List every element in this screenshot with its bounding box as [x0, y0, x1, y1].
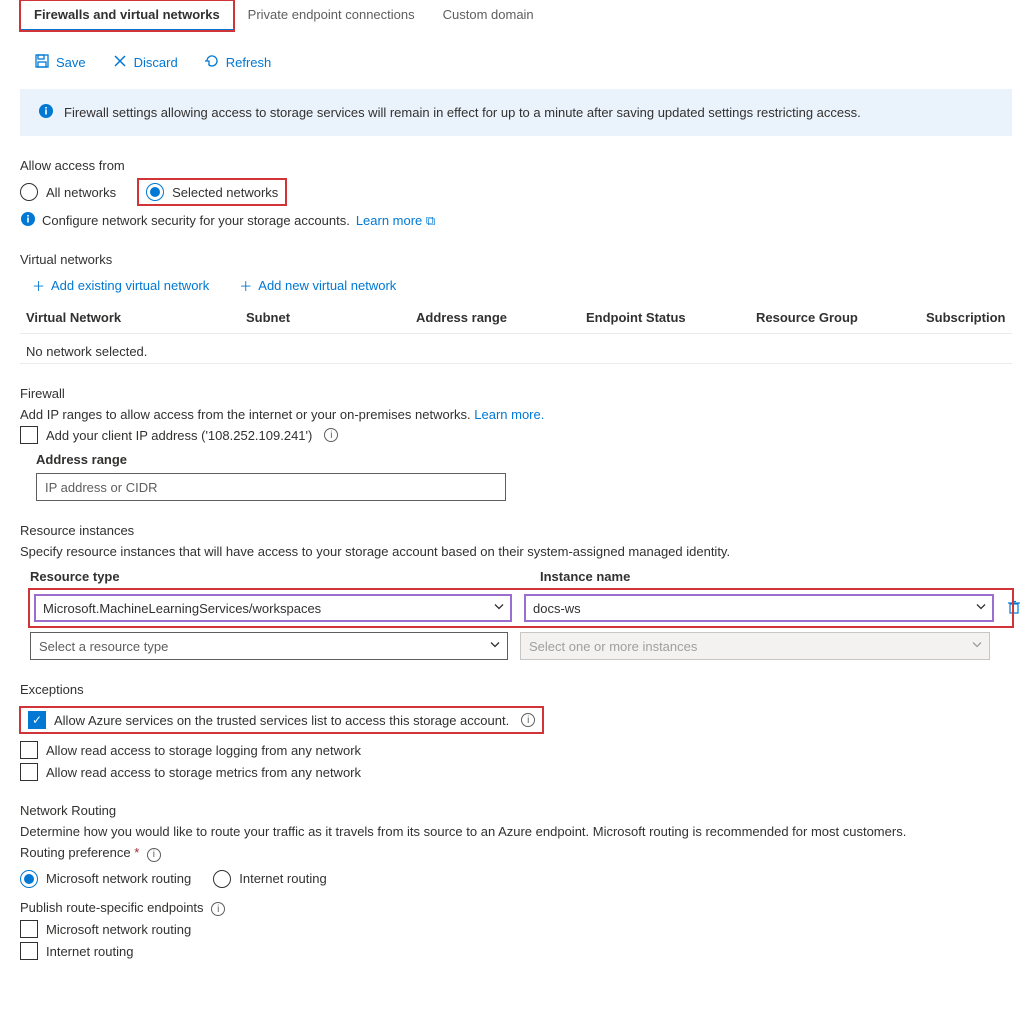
refresh-label: Refresh — [226, 55, 272, 70]
learn-more-link[interactable]: Learn more ⧉ — [356, 213, 435, 229]
publish-internet-routing-checkbox[interactable] — [20, 942, 38, 960]
radio-selected-networks-label: Selected networks — [172, 185, 278, 200]
address-range-input[interactable] — [36, 473, 506, 501]
publish-ms-routing-label: Microsoft network routing — [46, 922, 191, 937]
vnet-table-empty: No network selected. — [20, 334, 1012, 364]
save-button[interactable]: Save — [28, 52, 92, 73]
resource-type-placeholder-select[interactable]: Select a resource type — [30, 632, 508, 660]
vnet-table-header: Virtual Network Subnet Address range End… — [20, 302, 1012, 334]
col-subnet: Subnet — [246, 310, 416, 325]
allow-metrics-checkbox[interactable] — [20, 763, 38, 781]
tab-custom-domain[interactable]: Custom domain — [429, 0, 548, 31]
radio-microsoft-routing[interactable] — [20, 870, 38, 888]
plus-icon: ＋ — [32, 276, 45, 295]
chevron-down-icon — [493, 601, 505, 616]
resource-type-value: Microsoft.MachineLearningServices/worksp… — [43, 601, 321, 616]
radio-microsoft-routing-label: Microsoft network routing — [46, 871, 191, 886]
allow-trusted-services-checkbox[interactable] — [28, 711, 46, 729]
col-resource-type: Resource type — [30, 569, 520, 584]
tab-private-endpoints[interactable]: Private endpoint connections — [234, 0, 429, 31]
routing-preference-label: Routing preference — [20, 845, 131, 860]
required-asterisk: * — [134, 845, 139, 860]
info-icon[interactable]: i — [147, 848, 161, 862]
allow-logging-checkbox[interactable] — [20, 741, 38, 759]
instance-name-value: docs-ws — [533, 601, 581, 616]
firewall-title: Firewall — [20, 386, 1012, 401]
resource-type-select[interactable]: Microsoft.MachineLearningServices/worksp… — [34, 594, 512, 622]
radio-all-networks[interactable] — [20, 183, 38, 201]
refresh-icon — [204, 53, 220, 72]
col-instance-name: Instance name — [540, 569, 1032, 584]
save-icon — [34, 53, 50, 72]
close-icon — [112, 53, 128, 72]
refresh-button[interactable]: Refresh — [198, 52, 278, 73]
virtual-networks-title: Virtual networks — [20, 252, 1012, 267]
firewall-learn-more-link[interactable]: Learn more. — [474, 407, 544, 422]
allow-metrics-label: Allow read access to storage metrics fro… — [46, 765, 361, 780]
address-range-label: Address range — [36, 452, 1012, 467]
resource-instances-desc: Specify resource instances that will hav… — [20, 544, 1012, 559]
delete-icon[interactable] — [1006, 599, 1026, 618]
col-endpoint-status: Endpoint Status — [586, 310, 756, 325]
instance-name-placeholder: Select one or more instances — [529, 639, 697, 654]
add-new-vnet-button[interactable]: ＋Add new virtual network — [233, 275, 402, 296]
tabs-bar: Firewalls and virtual networks Private e… — [20, 0, 1012, 32]
chevron-down-icon — [975, 601, 987, 616]
discard-label: Discard — [134, 55, 178, 70]
config-security-text: Configure network security for your stor… — [42, 213, 350, 228]
toolbar: Save Discard Refresh — [20, 38, 1012, 79]
instance-name-select[interactable]: docs-ws — [524, 594, 994, 622]
access-from-label: Allow access from — [20, 158, 1012, 173]
instance-name-placeholder-select: Select one or more instances — [520, 632, 990, 660]
publish-endpoints-label: Publish route-specific endpoints — [20, 900, 204, 915]
network-routing-desc: Determine how you would like to route yo… — [20, 824, 1012, 839]
col-subscription: Subscription — [926, 310, 1026, 325]
allow-logging-label: Allow read access to storage logging fro… — [46, 743, 361, 758]
firewall-desc: Add IP ranges to allow access from the i… — [20, 407, 1012, 422]
external-link-icon: ⧉ — [426, 213, 435, 228]
col-virtual-network: Virtual Network — [26, 310, 246, 325]
radio-internet-routing[interactable] — [213, 870, 231, 888]
col-address-range: Address range — [416, 310, 586, 325]
tab-firewalls[interactable]: Firewalls and virtual networks — [20, 0, 234, 31]
col-resource-group: Resource Group — [756, 310, 926, 325]
network-routing-title: Network Routing — [20, 803, 1012, 818]
plus-icon: ＋ — [239, 276, 252, 295]
info-icon[interactable]: i — [211, 902, 225, 916]
add-client-ip-checkbox[interactable] — [20, 426, 38, 444]
banner-text: Firewall settings allowing access to sto… — [64, 105, 861, 120]
chevron-down-icon — [971, 639, 983, 654]
add-client-ip-label: Add your client IP address ('108.252.109… — [46, 428, 312, 443]
info-icon — [38, 103, 54, 122]
allow-trusted-services-label: Allow Azure services on the trusted serv… — [54, 713, 509, 728]
radio-selected-networks[interactable] — [146, 183, 164, 201]
info-icon[interactable]: i — [324, 428, 338, 442]
info-icon — [20, 211, 36, 230]
publish-internet-routing-label: Internet routing — [46, 944, 133, 959]
save-label: Save — [56, 55, 86, 70]
add-existing-vnet-button[interactable]: ＋Add existing virtual network — [26, 275, 215, 296]
exceptions-title: Exceptions — [20, 682, 1012, 697]
chevron-down-icon — [489, 639, 501, 654]
discard-button[interactable]: Discard — [106, 52, 184, 73]
resource-instance-row: Microsoft.MachineLearningServices/worksp… — [30, 590, 1012, 626]
radio-all-networks-label: All networks — [46, 185, 116, 200]
resource-instances-title: Resource instances — [20, 523, 1012, 538]
resource-type-placeholder: Select a resource type — [39, 639, 168, 654]
publish-ms-routing-checkbox[interactable] — [20, 920, 38, 938]
info-icon[interactable]: i — [521, 713, 535, 727]
radio-internet-routing-label: Internet routing — [239, 871, 326, 886]
info-banner: Firewall settings allowing access to sto… — [20, 89, 1012, 136]
